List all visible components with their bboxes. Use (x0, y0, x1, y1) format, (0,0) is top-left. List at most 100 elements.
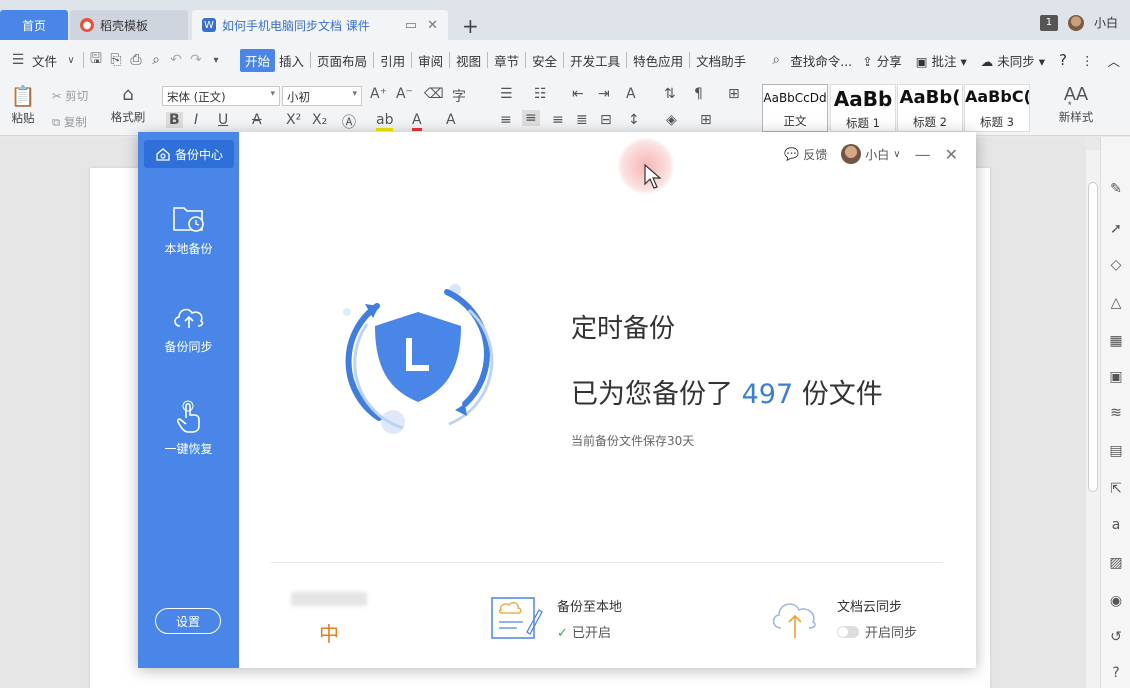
font-name-select[interactable]: 宋体 (正文) ▾ (162, 86, 280, 106)
menu-security[interactable]: 安全 (528, 51, 561, 70)
user-avatar-small[interactable] (1067, 14, 1084, 31)
window-username[interactable]: 小白 (1094, 14, 1118, 31)
redo-icon[interactable]: ↷ (186, 52, 206, 68)
shrink-font-icon[interactable]: A⁻ (396, 86, 413, 102)
menu-start[interactable]: 开始 (240, 48, 276, 72)
cut-button[interactable]: ✂ 剪切 (52, 88, 88, 104)
table-borders-icon[interactable]: ⊞ (728, 86, 740, 102)
feedback-button[interactable]: 💬 反馈 (784, 146, 827, 163)
close-icon[interactable]: ✕ (945, 145, 958, 164)
sort-icon[interactable]: ⇅ (664, 86, 676, 102)
highlight-icon[interactable]: ab (376, 112, 394, 131)
print-icon[interactable]: ⎙ (126, 52, 146, 68)
menu-view[interactable]: 视图 (452, 51, 485, 70)
menu-insert[interactable]: 插入 (275, 51, 308, 70)
menu-doc-assistant[interactable]: 文档助手 (692, 51, 750, 70)
pin-icon[interactable]: ▭ (405, 18, 417, 33)
cloud-sync-toggle[interactable]: 开启同步 (837, 622, 917, 641)
table-icon[interactable]: ▦ (1108, 333, 1124, 349)
chinese-layout-icon[interactable]: A (626, 86, 636, 102)
style-heading-2[interactable]: AaBb( 标题 2 (897, 84, 963, 132)
bold-icon[interactable]: B (166, 112, 183, 128)
scrollbar-thumb[interactable] (1088, 182, 1098, 492)
strikethrough-icon[interactable]: A (252, 112, 262, 128)
char-shading-icon[interactable]: A (446, 112, 456, 128)
clear-format-icon[interactable]: ⌫ (424, 86, 444, 102)
cloud-sync-card[interactable]: 文档云同步 开启同步 (767, 590, 967, 646)
distribute-icon[interactable]: ⊟ (600, 112, 612, 128)
menu-special-apps[interactable]: 特色应用 (629, 51, 687, 70)
backup-local-card[interactable]: 备份至本地 ✓ 已开启 (489, 590, 669, 646)
pen-icon[interactable]: ✎ (1108, 181, 1124, 197)
menu-chapter[interactable]: 章节 (490, 51, 523, 70)
grow-font-icon[interactable]: A⁺ (370, 86, 387, 102)
increase-indent-icon[interactable]: ⇥ (598, 86, 610, 102)
select-icon[interactable]: ➚ (1108, 221, 1124, 237)
export-pdf-icon[interactable]: ⎘ (106, 52, 126, 68)
tab-document[interactable]: W 如何手机电脑同步文档 课件 ▭ ✕ (192, 10, 448, 40)
subscript-icon[interactable]: X₂ (312, 112, 327, 128)
nav-backup-sync[interactable]: 备份同步 (138, 300, 239, 355)
style-icon[interactable]: △ (1108, 295, 1124, 311)
hamburger-icon[interactable]: ☰ (8, 52, 28, 68)
menu-review[interactable]: 审阅 (414, 51, 447, 70)
search-command[interactable]: 查找命令... (786, 51, 856, 70)
user-menu[interactable]: 小白 ∨ (841, 144, 901, 164)
bullet-list-icon[interactable]: ☰ (500, 86, 513, 102)
help-circle-icon[interactable]: ? (1108, 665, 1124, 681)
sync-button[interactable]: ☁ 未同步 ▾ (981, 51, 1045, 70)
window-count-badge[interactable]: 1 (1039, 14, 1058, 31)
save-icon[interactable]: 🖫 (86, 48, 106, 72)
format-painter-button[interactable]: ⌂ 格式刷 (108, 84, 148, 125)
nav-one-click-restore[interactable]: 一键恢复 (138, 400, 239, 457)
align-left-icon[interactable]: ≡ (500, 112, 512, 128)
underline-icon[interactable]: U (218, 112, 228, 128)
italic-icon[interactable]: I (194, 112, 198, 128)
align-center-icon[interactable]: ≡ (522, 110, 540, 126)
vertical-scrollbar[interactable] (1086, 150, 1100, 688)
pinyin-icon[interactable]: 字 (452, 86, 466, 106)
image-icon[interactable]: ▨ (1108, 555, 1124, 571)
style-heading-3[interactable]: AaBbC( 标题 3 (964, 84, 1030, 132)
tab-daoke-templates[interactable]: ● 稻壳模板 (70, 10, 188, 40)
customize-icon[interactable]: ▾ (206, 55, 226, 66)
text-effect-icon[interactable]: Ⓐ (342, 112, 356, 132)
justify-icon[interactable]: ≣ (576, 112, 588, 128)
menu-references[interactable]: 引用 (376, 51, 409, 70)
history-icon[interactable]: ↺ (1108, 629, 1124, 645)
close-tab-icon[interactable]: ✕ (427, 18, 438, 33)
share-button[interactable]: ⇪ 分享 (862, 51, 901, 70)
decrease-indent-icon[interactable]: ⇤ (572, 86, 584, 102)
comment-button[interactable]: ▣ 批注 ▾ (916, 51, 967, 70)
more-icon[interactable]: ⋮ (1081, 53, 1094, 68)
gallery-icon[interactable]: ▤ (1108, 443, 1124, 459)
superscript-icon[interactable]: X² (286, 112, 301, 128)
undo-icon[interactable]: ↶ (166, 52, 186, 68)
border-icon[interactable]: ⊞ (700, 112, 712, 128)
numbered-list-icon[interactable]: ☷ (534, 86, 547, 102)
paste-button[interactable]: 📋 粘贴 (6, 84, 40, 126)
print-preview-icon[interactable]: ⌕ (146, 52, 166, 68)
settings-sliders-icon[interactable]: ≋ (1108, 405, 1124, 421)
line-spacing-icon[interactable]: ↕ (628, 112, 640, 128)
minimize-icon[interactable]: — (915, 145, 931, 164)
font-color-icon[interactable]: A (412, 112, 422, 131)
shading-icon[interactable]: ◈ (666, 112, 677, 128)
share-icon[interactable]: ⇱ (1108, 481, 1124, 497)
translate-icon[interactable]: a (1108, 517, 1124, 533)
backup-icon[interactable]: ◉ (1108, 593, 1124, 609)
menu-page-layout[interactable]: 页面布局 (313, 51, 371, 70)
copy-button[interactable]: ⧉ 复制 (52, 114, 87, 130)
menu-file[interactable]: 文件 (28, 51, 61, 70)
grid-icon[interactable]: ▣ (1108, 369, 1124, 385)
toggle-switch[interactable] (837, 625, 859, 638)
style-heading-1[interactable]: AaBb 标题 1 (830, 84, 896, 132)
shape-icon[interactable]: ◇ (1108, 257, 1124, 273)
style-normal[interactable]: AaBbCcDd 正文 (762, 84, 828, 132)
add-tab-button[interactable]: + (462, 14, 479, 38)
align-right-icon[interactable]: ≡ (552, 112, 564, 128)
font-size-select[interactable]: 小初 ▾ (282, 86, 362, 106)
tab-home[interactable]: 首页 (0, 10, 68, 40)
collapse-ribbon-icon[interactable]: ︿ (1107, 51, 1120, 70)
new-style-button[interactable]: A͙A 新样式 (1050, 84, 1102, 125)
